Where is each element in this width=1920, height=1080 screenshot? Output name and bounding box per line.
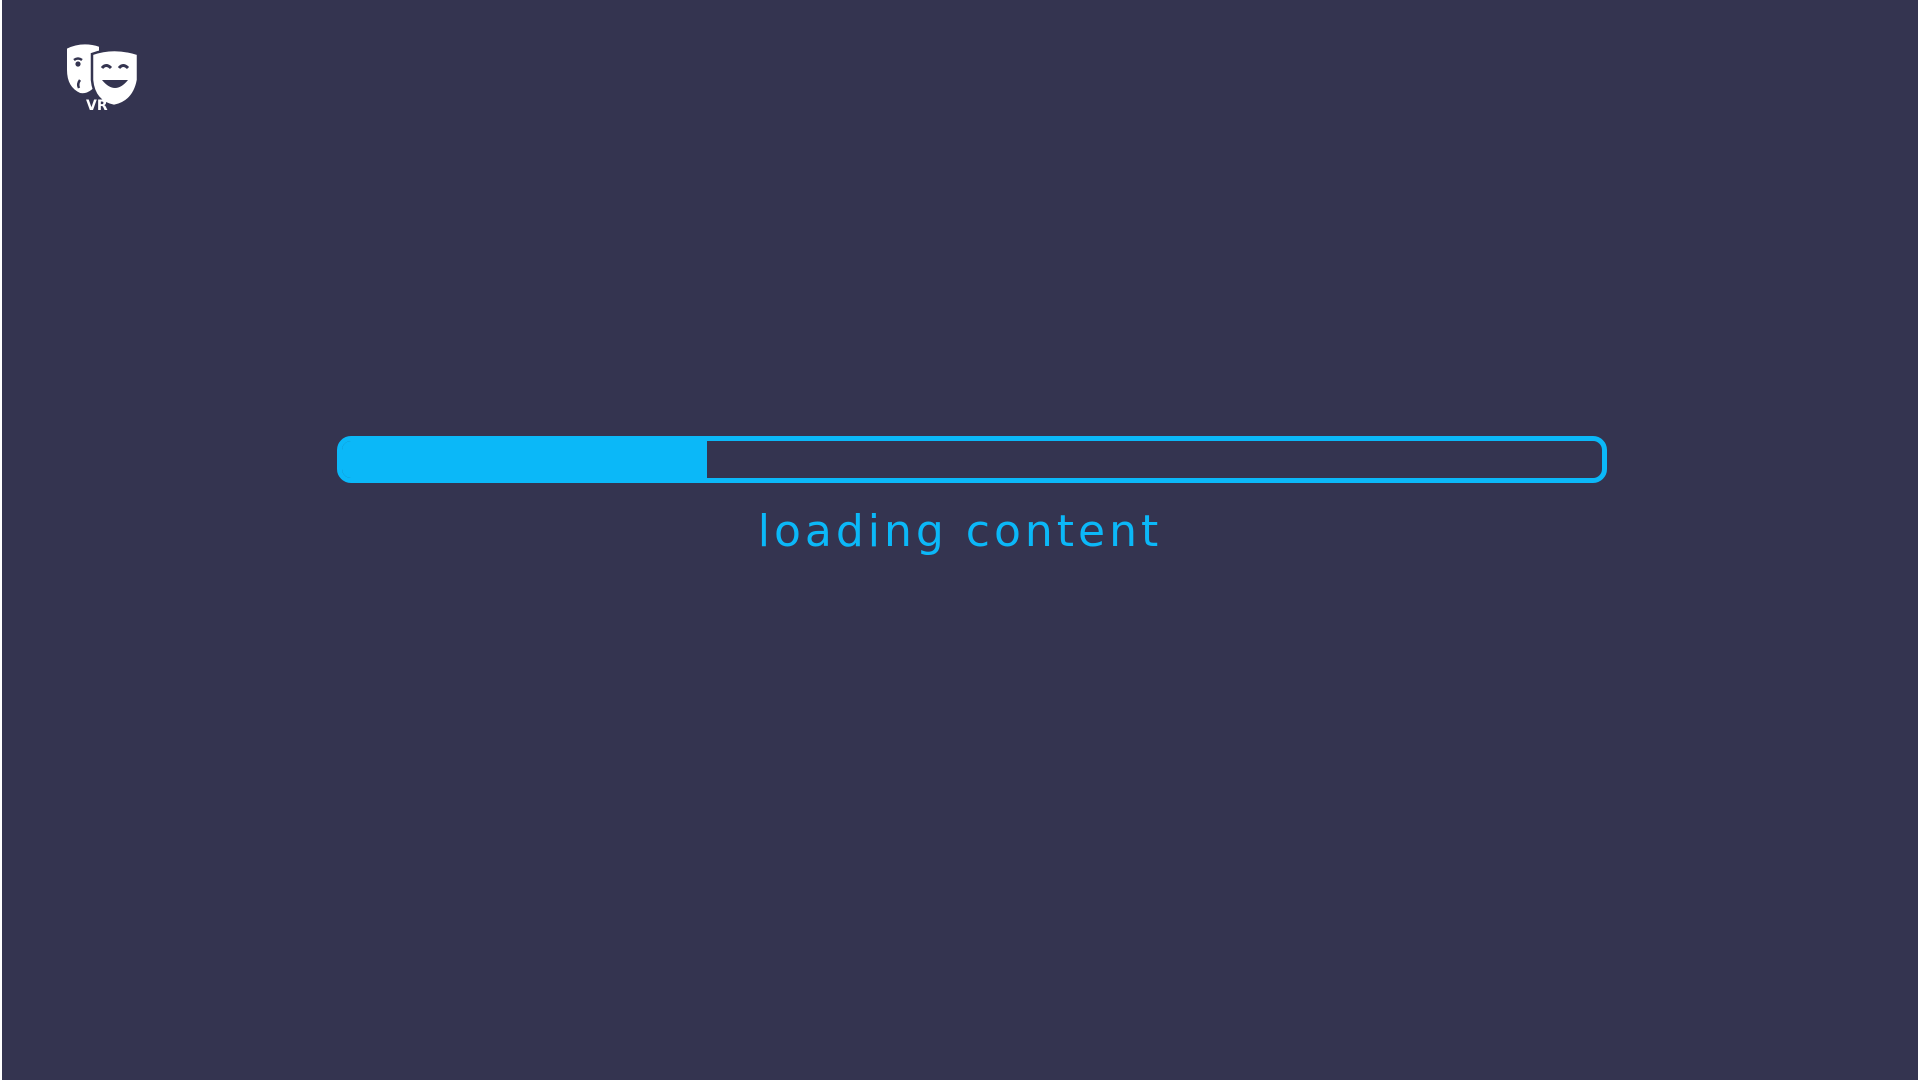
svg-text:VR: VR	[86, 98, 108, 112]
progress-bar-fill	[342, 441, 708, 478]
theater-masks-icon: VR	[65, 42, 140, 112]
progress-bar	[337, 436, 1607, 483]
loading-status-text: loading content	[757, 506, 1163, 557]
loading-screen: VR loading content	[2, 0, 1918, 1080]
app-logo: VR	[62, 40, 144, 112]
